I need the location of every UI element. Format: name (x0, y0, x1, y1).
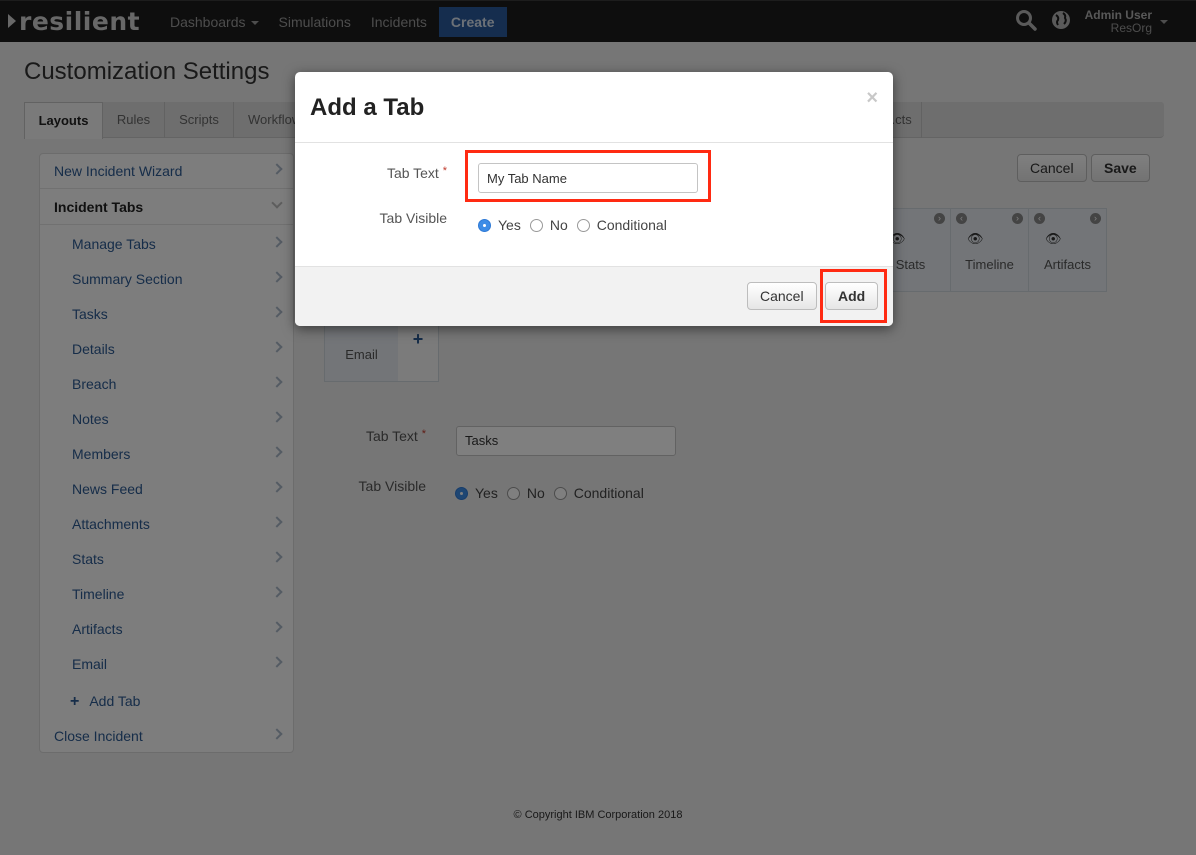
modal-cancel-button[interactable]: Cancel (747, 282, 817, 310)
radio-label: No (549, 217, 568, 233)
radio-button[interactable] (478, 218, 491, 232)
modal-add-button[interactable]: Add (825, 282, 879, 310)
add-tab-dialog: Add a Tab × Tab Text * Tab Visible Yes N… (295, 72, 893, 326)
modal-radio-no[interactable]: No (529, 217, 568, 233)
modal-header: Add a Tab × (295, 72, 893, 143)
radio-button[interactable] (529, 218, 543, 232)
radio-button[interactable] (576, 218, 590, 232)
modal-radio-yes[interactable]: Yes (478, 217, 521, 233)
radio-label: Conditional (596, 217, 667, 233)
modal-tab-visible-radio-group: Yes No Conditional (478, 217, 676, 233)
radio-label: Yes (498, 217, 521, 233)
modal-tab-visible-label: Tab Visible (379, 210, 447, 226)
modal-radio-conditional[interactable]: Conditional (576, 217, 667, 233)
modal-footer: Cancel Add (295, 266, 893, 326)
close-icon[interactable]: × (866, 87, 878, 110)
modal-tab-text-input[interactable] (478, 163, 698, 193)
modal-tab-text-label: Tab Text * (386, 165, 447, 181)
modal-title: Add a Tab (310, 94, 425, 121)
